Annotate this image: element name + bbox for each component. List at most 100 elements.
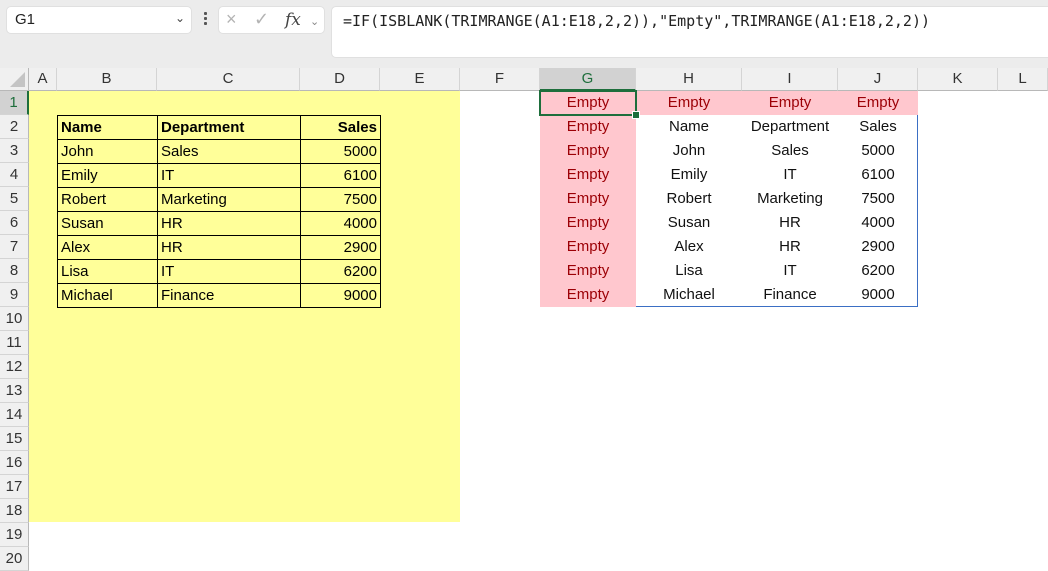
spill-cell[interactable]: 9000	[838, 283, 918, 307]
column-header-c[interactable]: C	[157, 68, 300, 91]
row-header-8[interactable]: 8	[0, 259, 29, 283]
header-cell[interactable]: Department	[157, 115, 301, 140]
row-header-19[interactable]: 19	[0, 523, 29, 547]
row-header-13[interactable]: 13	[0, 379, 29, 403]
cell[interactable]: 7500	[300, 187, 381, 212]
column-header-j[interactable]: J	[838, 68, 918, 91]
row-header-12[interactable]: 12	[0, 355, 29, 379]
row-header-2[interactable]: 2	[0, 115, 29, 139]
spill-cell[interactable]: John	[636, 139, 742, 163]
row-header-11[interactable]: 11	[0, 331, 29, 355]
chevron-down-icon[interactable]: ⌄	[310, 15, 319, 28]
spill-cell[interactable]: Empty	[540, 283, 636, 307]
spill-cell[interactable]: 6100	[838, 163, 918, 187]
name-box[interactable]: G1 ⌄	[6, 6, 192, 34]
cell[interactable]: 6200	[300, 259, 381, 284]
row-header-15[interactable]: 15	[0, 427, 29, 451]
spill-cell[interactable]: Alex	[636, 235, 742, 259]
row-header-18[interactable]: 18	[0, 499, 29, 523]
row-header-4[interactable]: 4	[0, 163, 29, 187]
column-header-a[interactable]: A	[29, 68, 57, 91]
spill-cell[interactable]: 4000	[838, 211, 918, 235]
spill-cell[interactable]: Department	[742, 115, 838, 139]
cell[interactable]: IT	[157, 259, 301, 284]
header-cell[interactable]: Name	[57, 115, 158, 140]
column-header-l[interactable]: L	[998, 68, 1048, 91]
spill-cell[interactable]: Empty	[540, 235, 636, 259]
spill-cell[interactable]: Empty	[540, 259, 636, 283]
column-header-f[interactable]: F	[460, 68, 540, 91]
row-header-7[interactable]: 7	[0, 235, 29, 259]
column-header-h[interactable]: H	[636, 68, 742, 91]
cell[interactable]: 4000	[300, 211, 381, 236]
row-header-6[interactable]: 6	[0, 211, 29, 235]
spill-cell[interactable]: Sales	[742, 139, 838, 163]
spill-cell[interactable]: Name	[636, 115, 742, 139]
spill-cell[interactable]: Lisa	[636, 259, 742, 283]
chevron-down-icon[interactable]: ⌄	[175, 11, 185, 25]
row-header-3[interactable]: 3	[0, 139, 29, 163]
spill-cell[interactable]: Finance	[742, 283, 838, 307]
spill-cell[interactable]: Susan	[636, 211, 742, 235]
spill-cell[interactable]: HR	[742, 235, 838, 259]
spill-cell[interactable]: Marketing	[742, 187, 838, 211]
spill-cell[interactable]: 5000	[838, 139, 918, 163]
cell[interactable]: HR	[157, 235, 301, 260]
insert-function-icon[interactable]: fx	[285, 10, 301, 30]
cell[interactable]: John	[57, 139, 158, 164]
spill-cell[interactable]: IT	[742, 259, 838, 283]
spill-cell[interactable]: Empty	[540, 163, 636, 187]
spill-cell[interactable]: Sales	[838, 115, 918, 139]
spill-cell[interactable]: Empty	[540, 139, 636, 163]
spill-cell[interactable]: Robert	[636, 187, 742, 211]
spill-cell[interactable]: IT	[742, 163, 838, 187]
formula-input[interactable]: =IF(ISBLANK(TRIMRANGE(A1:E18,2,2)),"Empt…	[331, 6, 1048, 58]
spill-cell[interactable]: Empty	[540, 91, 636, 115]
select-all-button[interactable]	[0, 68, 29, 91]
column-header-k[interactable]: K	[918, 68, 998, 91]
cell[interactable]: Finance	[157, 283, 301, 308]
cell[interactable]: HR	[157, 211, 301, 236]
cell[interactable]: Marketing	[157, 187, 301, 212]
column-header-i[interactable]: I	[742, 68, 838, 91]
cell[interactable]: Susan	[57, 211, 158, 236]
cell[interactable]: IT	[157, 163, 301, 188]
row-header-17[interactable]: 17	[0, 475, 29, 499]
spill-cell[interactable]: Empty	[838, 91, 918, 115]
column-header-g[interactable]: G	[540, 68, 636, 91]
spill-cell[interactable]: Empty	[540, 187, 636, 211]
cell[interactable]: Alex	[57, 235, 158, 260]
cell[interactable]: Lisa	[57, 259, 158, 284]
row-header-9[interactable]: 9	[0, 283, 29, 307]
spill-cell[interactable]: 7500	[838, 187, 918, 211]
spill-cell[interactable]: Empty	[742, 91, 838, 115]
spill-cell[interactable]: Empty	[540, 211, 636, 235]
cell[interactable]: Sales	[157, 139, 301, 164]
header-cell[interactable]: Sales	[300, 115, 381, 140]
spill-cell[interactable]: HR	[742, 211, 838, 235]
column-header-e[interactable]: E	[380, 68, 460, 91]
cell[interactable]: 5000	[300, 139, 381, 164]
row-header-1[interactable]: 1	[0, 91, 29, 115]
enter-icon[interactable]: ✓	[254, 9, 269, 30]
more-options-icon[interactable]	[201, 10, 209, 30]
row-header-14[interactable]: 14	[0, 403, 29, 427]
row-header-16[interactable]: 16	[0, 451, 29, 475]
row-header-10[interactable]: 10	[0, 307, 29, 331]
spill-cell[interactable]: Empty	[540, 115, 636, 139]
spill-cell[interactable]: 2900	[838, 235, 918, 259]
spill-cell[interactable]: Michael	[636, 283, 742, 307]
spill-cell[interactable]: Empty	[636, 91, 742, 115]
column-header-d[interactable]: D	[300, 68, 380, 91]
column-header-b[interactable]: B	[57, 68, 157, 91]
cell[interactable]: Michael	[57, 283, 158, 308]
cell[interactable]: Robert	[57, 187, 158, 212]
spill-cell[interactable]: 6200	[838, 259, 918, 283]
row-header-20[interactable]: 20	[0, 547, 29, 571]
spill-cell[interactable]: Emily	[636, 163, 742, 187]
cell[interactable]: Emily	[57, 163, 158, 188]
cell[interactable]: 9000	[300, 283, 381, 308]
row-header-5[interactable]: 5	[0, 187, 29, 211]
cancel-icon[interactable]: ×	[226, 9, 237, 30]
cell[interactable]: 2900	[300, 235, 381, 260]
